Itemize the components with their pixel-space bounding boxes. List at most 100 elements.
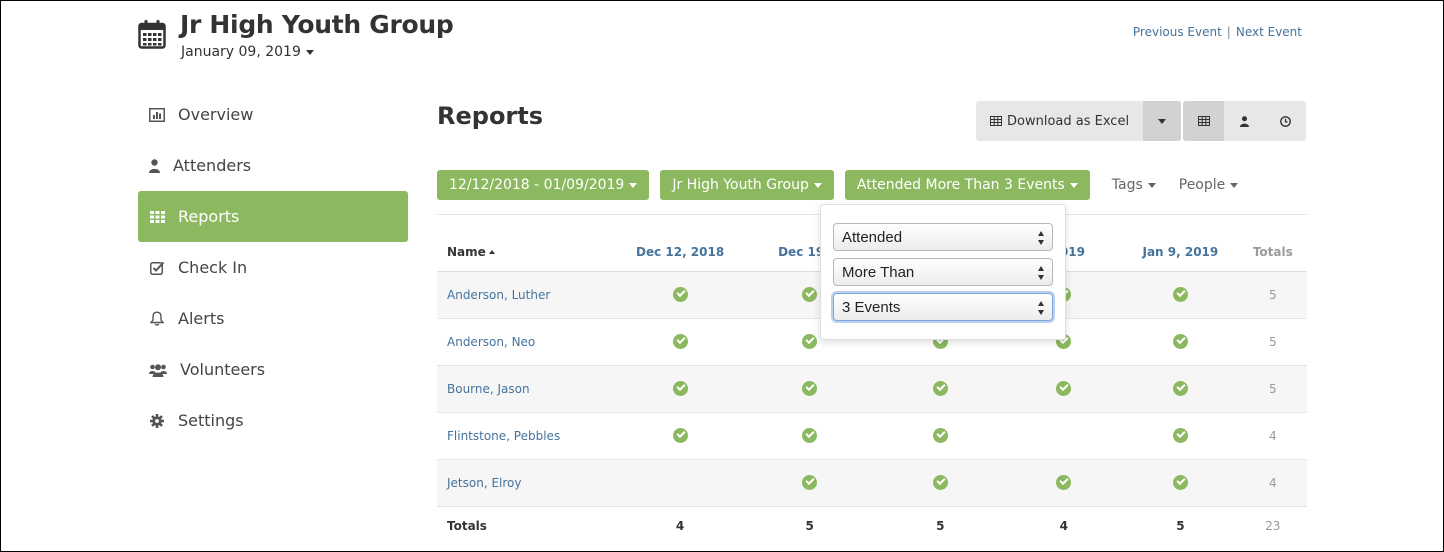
check-circle-icon: [802, 428, 818, 443]
comparison-select[interactable]: More Than: [833, 258, 1053, 286]
attender-name-link[interactable]: Anderson, Luther: [437, 271, 616, 319]
caret-down-icon: [1230, 182, 1239, 188]
totals-row: Totals 4 5 5 4 5 23: [437, 506, 1307, 546]
download-button-group: Download as Excel: [976, 101, 1182, 141]
check-circle-icon: [932, 381, 948, 396]
column-total: 4: [1005, 506, 1123, 546]
download-excel-button[interactable]: Download as Excel: [976, 101, 1144, 141]
calendar-icon: [138, 20, 166, 49]
check-circle-icon: [932, 428, 948, 443]
attender-name-link[interactable]: Jetson, Elroy: [437, 459, 616, 507]
check-circle-icon: [802, 475, 818, 490]
sidebar-item-volunteers[interactable]: Volunteers: [138, 344, 408, 395]
date-range-filter[interactable]: 12/12/2018 - 01/09/2019: [437, 170, 650, 200]
caret-down-icon: [813, 182, 822, 188]
event-date-dropdown[interactable]: January 09, 2019: [181, 44, 314, 60]
person-view-button[interactable]: [1224, 101, 1265, 141]
tags-filter[interactable]: Tags: [1112, 170, 1156, 200]
sidebar-item-label: Overview: [178, 105, 254, 124]
group-filter[interactable]: Jr High Youth Group: [660, 170, 834, 200]
attendance-cell: [1122, 271, 1239, 319]
attendance-cell: [615, 412, 745, 460]
caret-down-icon: [1147, 182, 1156, 188]
attendance-cell: [744, 459, 875, 507]
check-circle-icon: [672, 428, 688, 443]
event-nav-separator: |: [1226, 25, 1231, 39]
filter-bar: 12/12/2018 - 01/09/2019 Jr High Youth Gr…: [437, 170, 1261, 200]
date-column-header[interactable]: Jan 9, 2019: [1122, 233, 1239, 272]
attendance-type-select[interactable]: Attended: [833, 223, 1053, 251]
date-column-header[interactable]: Dec 12, 2018: [615, 233, 745, 272]
row-total: 4: [1238, 459, 1307, 507]
caret-down-icon: [1069, 182, 1078, 188]
sidebar-nav: Overview Attenders Reports Check In Aler…: [138, 89, 408, 446]
attendance-cell: [1005, 412, 1123, 460]
next-event-link[interactable]: Next Event: [1236, 25, 1302, 39]
row-total: 5: [1238, 271, 1307, 319]
check-circle-icon: [1056, 475, 1072, 490]
table-row: Bourne, Jason 5: [437, 365, 1307, 413]
people-filter[interactable]: People: [1179, 170, 1239, 200]
table-icon: [1197, 116, 1210, 126]
download-excel-label: Download as Excel: [1007, 113, 1130, 129]
attender-name-link[interactable]: Bourne, Jason: [437, 365, 616, 413]
check-circle-icon: [1172, 287, 1188, 302]
attendance-cell: [615, 459, 745, 507]
download-options-toggle[interactable]: [1143, 101, 1182, 141]
tags-filter-label: Tags: [1111, 177, 1143, 193]
event-navigation: Previous Event | Next Event: [1133, 25, 1302, 39]
grid-icon: [149, 209, 165, 225]
sidebar-item-alerts[interactable]: Alerts: [138, 293, 408, 344]
bell-icon: [149, 311, 165, 327]
previous-event-link[interactable]: Previous Event: [1133, 25, 1222, 39]
sidebar-item-attenders[interactable]: Attenders: [138, 140, 408, 191]
attender-name-link[interactable]: Anderson, Neo: [437, 318, 616, 366]
attendance-cell: [874, 412, 1006, 460]
event-count-select[interactable]: 3 Events: [833, 293, 1053, 321]
sidebar-item-overview[interactable]: Overview: [138, 89, 408, 140]
sidebar-item-label: Volunteers: [180, 360, 266, 379]
sidebar-item-settings[interactable]: Settings: [138, 395, 408, 446]
attendance-cell: [1005, 365, 1123, 413]
attendance-cell: [1122, 365, 1239, 413]
spreadsheet-icon: [990, 116, 1002, 126]
name-column-header[interactable]: Name: [437, 233, 616, 272]
attender-name-link[interactable]: Flintstone, Pebbles: [437, 412, 616, 460]
person-icon: [1240, 115, 1249, 127]
timeline-view-button[interactable]: [1265, 101, 1306, 141]
sidebar-item-label: Attenders: [173, 156, 252, 175]
sidebar-item-label: Check In: [178, 258, 248, 277]
sidebar-item-label: Settings: [178, 411, 244, 430]
sidebar-item-reports[interactable]: Reports: [138, 191, 408, 242]
select-value: Attended: [842, 228, 903, 246]
sidebar-item-check-in[interactable]: Check In: [138, 242, 408, 293]
attendance-cell: [1122, 459, 1239, 507]
totals-column-header: Totals: [1238, 233, 1307, 272]
group-filter-label: Jr High Youth Group: [672, 177, 809, 193]
select-arrows-icon: [1038, 266, 1045, 280]
caret-down-icon: [1158, 118, 1167, 124]
row-total: 4: [1238, 412, 1307, 460]
check-circle-icon: [1172, 428, 1188, 443]
check-circle-icon: [1056, 381, 1072, 396]
caret-down-icon: [629, 182, 638, 188]
check-circle-icon: [802, 287, 818, 302]
check-circle-icon: [1172, 381, 1188, 396]
column-total: 5: [874, 506, 1006, 546]
event-date-label: January 09, 2019: [181, 44, 301, 60]
date-range-label: 12/12/2018 - 01/09/2019: [449, 177, 625, 193]
check-circle-icon: [672, 381, 688, 396]
attendance-filter[interactable]: Attended More Than 3 Events: [844, 170, 1090, 200]
table-row: Jetson, Elroy 4: [437, 459, 1307, 507]
attendance-cell: [1122, 318, 1239, 366]
table-view-button[interactable]: [1183, 101, 1224, 141]
attendance-cell: [1122, 412, 1239, 460]
attendance-filter-popover: Attended More Than 3 Events: [820, 204, 1066, 340]
column-total: 5: [1122, 506, 1239, 546]
select-value: More Than: [842, 263, 915, 281]
checkbox-icon: [149, 260, 165, 276]
caret-down-icon: [305, 49, 314, 55]
gear-icon: [149, 413, 165, 429]
users-icon: [149, 362, 167, 378]
attendance-cell: [744, 365, 875, 413]
